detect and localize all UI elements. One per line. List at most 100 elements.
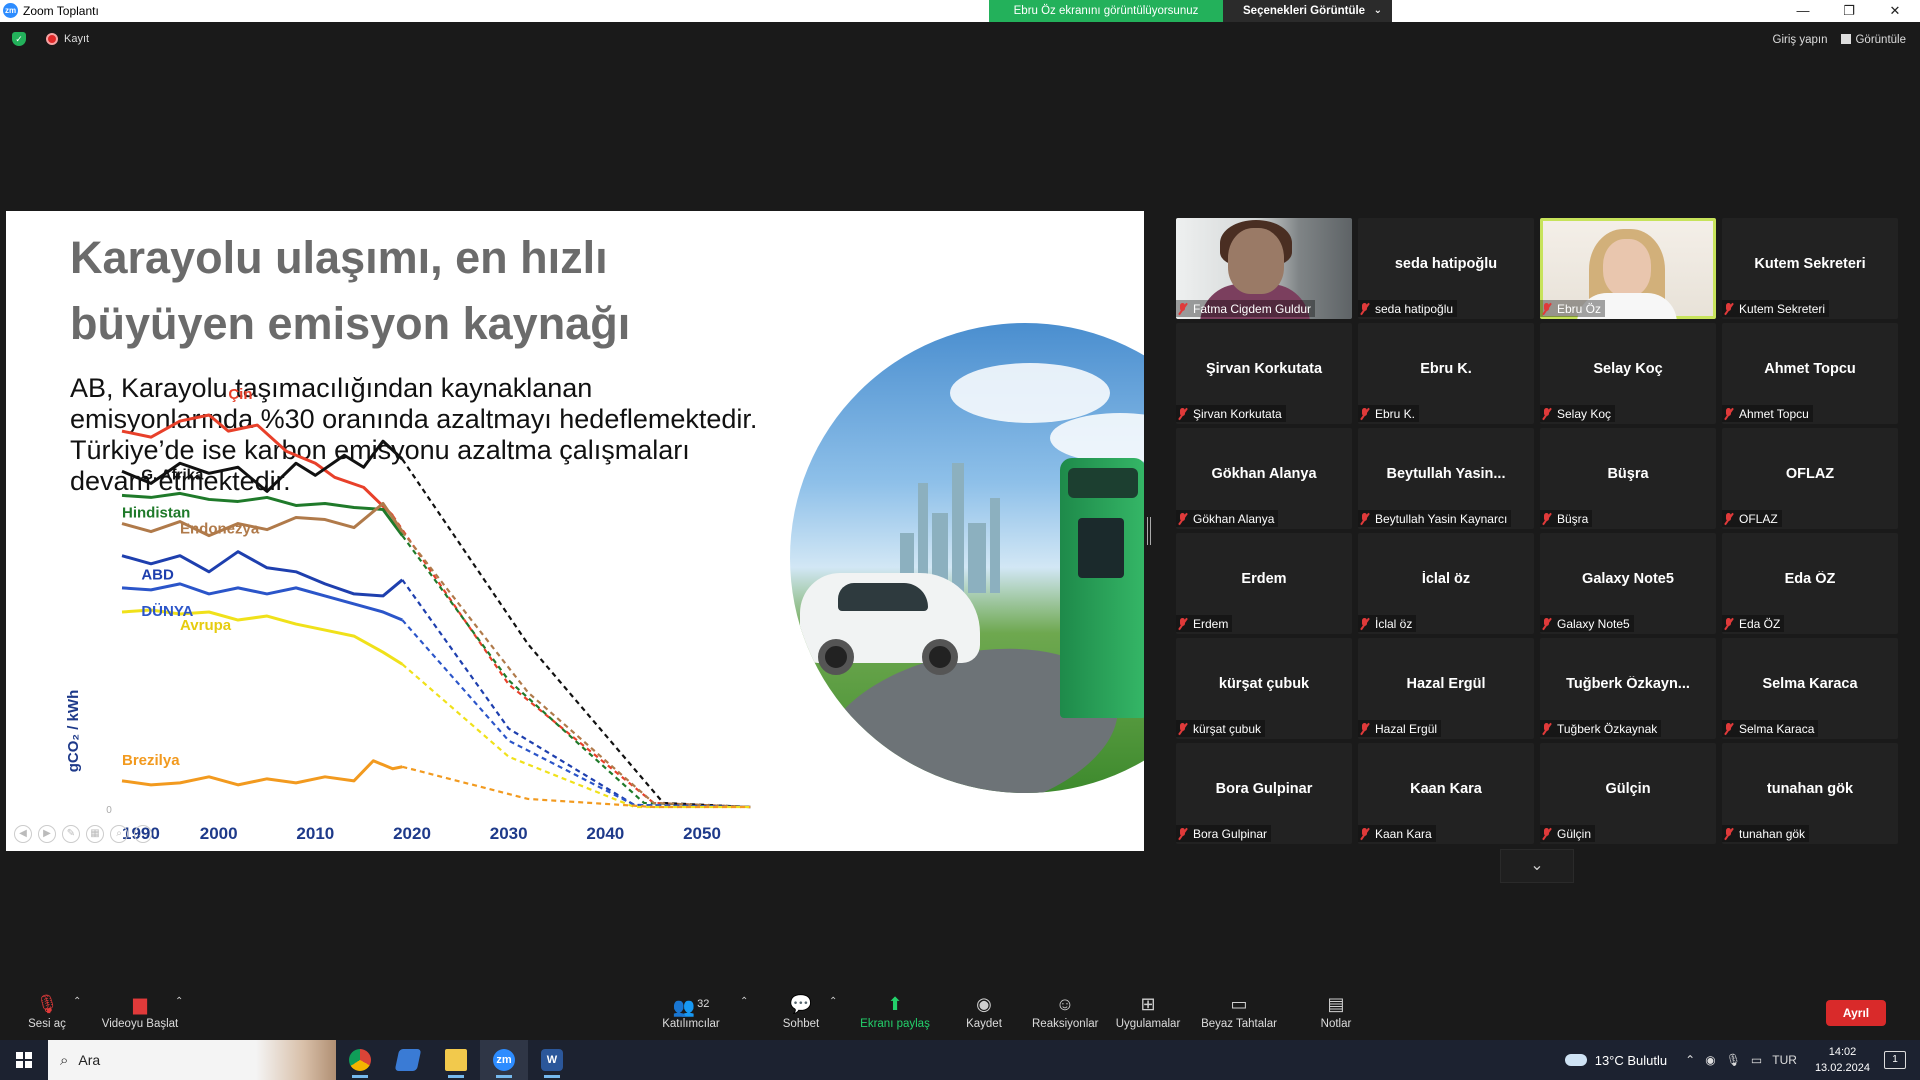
- shield-check-icon[interactable]: ✓: [12, 32, 26, 46]
- participant-count: 32: [697, 998, 710, 1010]
- participant-tile[interactable]: Erdem Erdem: [1176, 533, 1352, 634]
- view-options-button[interactable]: Seçenekleri Görüntüle ⌄: [1223, 0, 1392, 22]
- minimize-button[interactable]: —: [1780, 0, 1826, 22]
- participant-name-tag: Hazal Ergül: [1358, 720, 1442, 737]
- microphone-icon[interactable]: 🎙: [1726, 1053, 1741, 1067]
- microphone-muted-icon: [1542, 513, 1552, 525]
- participant-tile[interactable]: Gülçin Gülçin: [1540, 743, 1716, 844]
- zoom-icon[interactable]: ⌕: [110, 825, 128, 843]
- participant-tile[interactable]: Kutem Sekreteri Kutem Sekreteri: [1722, 218, 1898, 319]
- more-icon[interactable]: …: [134, 825, 152, 843]
- notification-icon[interactable]: 1: [1884, 1051, 1906, 1069]
- share-screen-button[interactable]: ⬆ Ekranı paylaş: [860, 992, 930, 1030]
- recording-label[interactable]: Kayıt: [64, 33, 89, 45]
- chat-label: Sohbet: [782, 1018, 820, 1030]
- participant-tile[interactable]: tunahan gök tunahan gök: [1722, 743, 1898, 844]
- word-taskbar-button[interactable]: W: [528, 1040, 576, 1080]
- participant-tile[interactable]: İclal öz İclal öz: [1358, 533, 1534, 634]
- microphone-muted-icon: [1178, 303, 1188, 315]
- participant-tile[interactable]: Gökhan Alanya Gökhan Alanya: [1176, 428, 1352, 529]
- participants-options-caret[interactable]: ⌃: [740, 996, 748, 1007]
- shared-screen[interactable]: Karayolu ulaşımı, en hızlı büyüyen emisy…: [6, 211, 1144, 851]
- leave-button[interactable]: Ayrıl: [1826, 1000, 1886, 1026]
- participant-name: Fatma Cigdem Guldur: [1193, 302, 1312, 316]
- whiteboards-button[interactable]: ▭ Beyaz Tahtalar: [1199, 992, 1279, 1030]
- chrome-icon: [349, 1049, 371, 1071]
- participant-tile[interactable]: Eda ÖZ Eda ÖZ: [1722, 533, 1898, 634]
- participant-tile[interactable]: Galaxy Note5 Galaxy Note5: [1540, 533, 1716, 634]
- participant-tile[interactable]: Bora Gulpinar Bora Gulpinar: [1176, 743, 1352, 844]
- weather-widget[interactable]: 13°C Bulutlu: [1564, 1053, 1667, 1068]
- participant-tile[interactable]: Ebru Öz: [1540, 218, 1716, 319]
- previous-slide-icon[interactable]: ◀: [14, 825, 32, 843]
- restore-button[interactable]: ❐: [1826, 0, 1872, 22]
- participant-tile[interactable]: Fatma Cigdem Guldur: [1176, 218, 1352, 319]
- participant-name-tag: Galaxy Note5: [1540, 615, 1634, 632]
- gallery-next-page-button[interactable]: ⌄: [1500, 849, 1574, 883]
- clock[interactable]: 14:02 13.02.2024: [1815, 1044, 1870, 1076]
- chrome-taskbar-button[interactable]: [336, 1040, 384, 1080]
- whiteboard-icon: ▭: [1230, 994, 1248, 1014]
- participant-name: Galaxy Note5: [1557, 617, 1630, 631]
- participant-tile[interactable]: Selay Koç Selay Koç: [1540, 323, 1716, 424]
- apps-button[interactable]: ⊞ Uygulamalar: [1113, 992, 1183, 1030]
- audio-options-caret[interactable]: ⌃: [73, 996, 81, 1007]
- taskbar-search[interactable]: ⌕ Ara: [48, 1040, 336, 1080]
- participant-display-name: Gökhan Alanya: [1211, 466, 1317, 482]
- chevron-up-icon[interactable]: ⌃: [1685, 1053, 1695, 1067]
- participant-tile[interactable]: Tuğberk Özkayn... Tuğberk Özkaynak: [1540, 638, 1716, 739]
- participant-tile[interactable]: kürşat çubuk kürşat çubuk: [1176, 638, 1352, 739]
- video-options-caret[interactable]: ⌃: [175, 996, 183, 1007]
- chart-series-line: [121, 413, 394, 517]
- record-button[interactable]: ◉ Kaydet: [961, 992, 1007, 1030]
- next-slide-icon[interactable]: ▶: [38, 825, 56, 843]
- participant-tile[interactable]: Şirvan Korkutata Şirvan Korkutata: [1176, 323, 1352, 424]
- windows-logo-icon: [16, 1052, 32, 1068]
- participant-tile[interactable]: Ebru K. Ebru K.: [1358, 323, 1534, 424]
- participant-tile[interactable]: Kaan Kara Kaan Kara: [1358, 743, 1534, 844]
- panel-splitter-handle[interactable]: [1147, 517, 1151, 545]
- language-indicator[interactable]: TUR: [1772, 1053, 1797, 1067]
- sign-in-link[interactable]: Giriş yapın: [1773, 34, 1828, 46]
- close-button[interactable]: ✕: [1872, 0, 1918, 22]
- participant-tile[interactable]: Büşra Büşra: [1540, 428, 1716, 529]
- view-button[interactable]: Görüntüle: [1841, 34, 1906, 46]
- participant-name: tunahan gök: [1739, 827, 1806, 841]
- participant-tile[interactable]: Ahmet Topcu Ahmet Topcu: [1722, 323, 1898, 424]
- app-taskbar-button[interactable]: [384, 1040, 432, 1080]
- participant-name: Gülçin: [1557, 827, 1592, 841]
- participant-name: kürşat çubuk: [1193, 722, 1262, 736]
- participant-tile[interactable]: Beytullah Yasin... Beytullah Yasin Kaynar…: [1358, 428, 1534, 529]
- record-tray-icon[interactable]: ◉: [1705, 1053, 1715, 1067]
- chat-button[interactable]: 💬 Sohbet: [780, 992, 822, 1030]
- network-icon[interactable]: ▭: [1751, 1053, 1762, 1067]
- chart-y-axis-label: gCO₂ / kWh: [65, 690, 82, 773]
- start-button[interactable]: [0, 1040, 48, 1080]
- participant-tile[interactable]: Selma Karaca Selma Karaca: [1722, 638, 1898, 739]
- reactions-button[interactable]: ☺ Reaksiyonlar: [1032, 992, 1098, 1030]
- chat-options-caret[interactable]: ⌃: [829, 996, 837, 1007]
- participants-button[interactable]: 👥 32 Katılımcılar: [660, 992, 722, 1030]
- file-explorer-taskbar-button[interactable]: [432, 1040, 480, 1080]
- start-video-button[interactable]: ▆ Videoyu Başlat: [98, 992, 182, 1030]
- participant-name-tag: Kaan Kara: [1358, 825, 1436, 842]
- pen-icon[interactable]: ✎: [62, 825, 80, 843]
- participant-name-tag: Ebru K.: [1358, 405, 1420, 422]
- microphone-muted-icon: [1360, 408, 1370, 420]
- unmute-button[interactable]: 🎙 Sesi aç: [24, 992, 70, 1030]
- participant-tile[interactable]: Hazal Ergül Hazal Ergül: [1358, 638, 1534, 739]
- chart-series-projection: [401, 619, 751, 809]
- participant-display-name: OFLAZ: [1785, 466, 1835, 482]
- participant-tile[interactable]: seda hatipoğlu seda hatipoğlu: [1358, 218, 1534, 319]
- grid-icon[interactable]: ▦: [86, 825, 104, 843]
- notes-button[interactable]: ▤ Notlar: [1316, 992, 1356, 1030]
- zoom-app-icon: zm: [3, 3, 18, 18]
- participant-name: Hazal Ergül: [1375, 722, 1438, 736]
- participant-tile[interactable]: OFLAZ OFLAZ: [1722, 428, 1898, 529]
- zoom-taskbar-button[interactable]: zm: [480, 1040, 528, 1080]
- chart-x-tick-label: 2050: [683, 824, 721, 843]
- app-icon: [394, 1049, 422, 1071]
- participant-name-tag: Selma Karaca: [1722, 720, 1819, 737]
- search-highlight-image: [256, 1040, 336, 1080]
- chart-y-tick-label: 0: [106, 805, 112, 816]
